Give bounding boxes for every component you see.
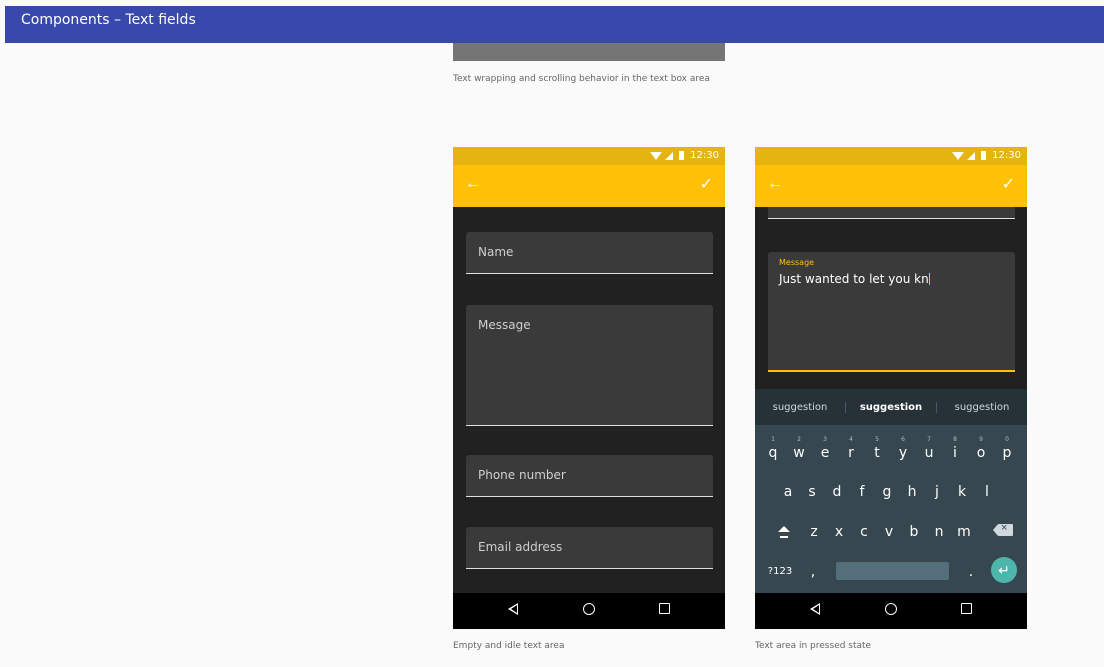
- system-nav-bar: [453, 593, 725, 629]
- key-r[interactable]: 4r: [839, 434, 863, 472]
- backspace-icon[interactable]: [993, 522, 1013, 536]
- nav-recent-square-icon[interactable]: [961, 603, 972, 614]
- keyboard-row-4: ?123 , . ↵: [755, 553, 1027, 591]
- message-field[interactable]: Message: [466, 305, 713, 426]
- wifi-icon: [650, 151, 663, 160]
- key-w[interactable]: 2w: [787, 434, 811, 472]
- signal-icon: [967, 151, 976, 160]
- keyboard-row-2: a s d f g h j k l: [755, 473, 1027, 511]
- arrow-back-icon[interactable]: ←: [465, 175, 481, 193]
- email-field[interactable]: Email address: [466, 527, 713, 569]
- system-nav-bar: [755, 593, 1027, 629]
- key-l[interactable]: l: [975, 473, 999, 511]
- suggestion-item-primary[interactable]: suggestion: [845, 401, 937, 413]
- key-k[interactable]: k: [950, 473, 974, 511]
- keyboard-row-3: z x c v b n m: [755, 513, 1027, 551]
- soft-keyboard: 1q 2w 3e 4r 5t 6y 7u 8i 9o 0p a s d f g …: [755, 425, 1027, 593]
- spacebar[interactable]: [836, 562, 949, 580]
- key-o[interactable]: 9o: [969, 434, 993, 472]
- suggestion-item[interactable]: suggestion: [755, 402, 845, 413]
- key-g[interactable]: g: [875, 473, 899, 511]
- text-cursor: [928, 273, 930, 285]
- scrolled-field-above[interactable]: [768, 207, 1015, 219]
- key-a[interactable]: a: [776, 473, 800, 511]
- key-i[interactable]: 8i: [943, 434, 967, 472]
- key-v[interactable]: v: [877, 513, 901, 551]
- key-j[interactable]: j: [925, 473, 949, 511]
- enter-icon[interactable]: ↵: [991, 557, 1017, 583]
- suggestion-strip: suggestion suggestion suggestion: [755, 389, 1027, 425]
- period-key[interactable]: .: [959, 553, 983, 591]
- key-n[interactable]: n: [927, 513, 951, 551]
- key-x[interactable]: x: [827, 513, 851, 551]
- phone-number-field-placeholder: Phone number: [478, 468, 566, 482]
- page: Components – Text fields Text wrapping a…: [0, 0, 1104, 667]
- name-field[interactable]: Name: [466, 232, 713, 274]
- arrow-back-icon[interactable]: ←: [767, 175, 783, 193]
- app-bar: ← ✓: [453, 165, 725, 207]
- nav-home-circle-icon[interactable]: [583, 603, 595, 615]
- page-title: Components – Text fields: [21, 12, 196, 28]
- email-field-placeholder: Email address: [478, 540, 563, 554]
- nav-recent-square-icon[interactable]: [659, 603, 670, 614]
- key-e[interactable]: 3e: [813, 434, 837, 472]
- top-app-bar: Components – Text fields: [5, 6, 1104, 43]
- key-d[interactable]: d: [825, 473, 849, 511]
- symbols-key[interactable]: ?123: [763, 553, 797, 591]
- status-bar: 12:30: [453, 147, 725, 165]
- message-field-focused[interactable]: Message Just wanted to let you kn: [768, 252, 1015, 372]
- signal-icon: [665, 151, 674, 160]
- previous-figure-image: [453, 43, 725, 61]
- key-y[interactable]: 6y: [891, 434, 915, 472]
- key-f[interactable]: f: [850, 473, 874, 511]
- name-field-placeholder: Name: [478, 245, 514, 259]
- phone-mockup-pressed: 12:30 ← ✓ Message Just wanted to let you…: [755, 147, 1027, 629]
- caption-right-phone: Text area in pressed state: [755, 641, 872, 651]
- key-q[interactable]: 1q: [761, 434, 785, 472]
- nav-home-circle-icon[interactable]: [885, 603, 897, 615]
- caption-left-phone: Empty and idle text area: [453, 641, 565, 651]
- status-time: 12:30: [690, 150, 719, 161]
- status-time: 12:30: [992, 150, 1021, 161]
- key-b[interactable]: b: [902, 513, 926, 551]
- check-icon[interactable]: ✓: [700, 174, 713, 194]
- key-t[interactable]: 5t: [865, 434, 889, 472]
- key-u[interactable]: 7u: [917, 434, 941, 472]
- keyboard-row-1: 1q 2w 3e 4r 5t 6y 7u 8i 9o 0p: [755, 434, 1027, 472]
- message-field-placeholder: Message: [478, 318, 531, 332]
- phone-number-field[interactable]: Phone number: [466, 455, 713, 497]
- comma-key[interactable]: ,: [801, 553, 825, 591]
- status-bar: 12:30: [755, 147, 1027, 165]
- app-bar: ← ✓: [755, 165, 1027, 207]
- key-h[interactable]: h: [900, 473, 924, 511]
- shift-icon[interactable]: [778, 526, 790, 538]
- battery-icon: [981, 151, 987, 160]
- nav-back-triangle-icon[interactable]: [810, 603, 820, 615]
- check-icon[interactable]: ✓: [1002, 174, 1015, 194]
- key-c[interactable]: c: [852, 513, 876, 551]
- suggestion-item[interactable]: suggestion: [937, 402, 1027, 413]
- battery-icon: [679, 151, 685, 160]
- phone-mockup-idle: 12:30 ← ✓ Name Message Phone number Emai…: [453, 147, 725, 629]
- message-floating-label: Message: [779, 258, 815, 267]
- key-z[interactable]: z: [802, 513, 826, 551]
- key-p[interactable]: 0p: [995, 434, 1019, 472]
- key-m[interactable]: m: [952, 513, 976, 551]
- caption-top: Text wrapping and scrolling behavior in …: [453, 74, 710, 84]
- wifi-icon: [952, 151, 965, 160]
- nav-back-triangle-icon[interactable]: [508, 603, 518, 615]
- key-s[interactable]: s: [800, 473, 824, 511]
- message-input-text: Just wanted to let you kn: [779, 272, 930, 286]
